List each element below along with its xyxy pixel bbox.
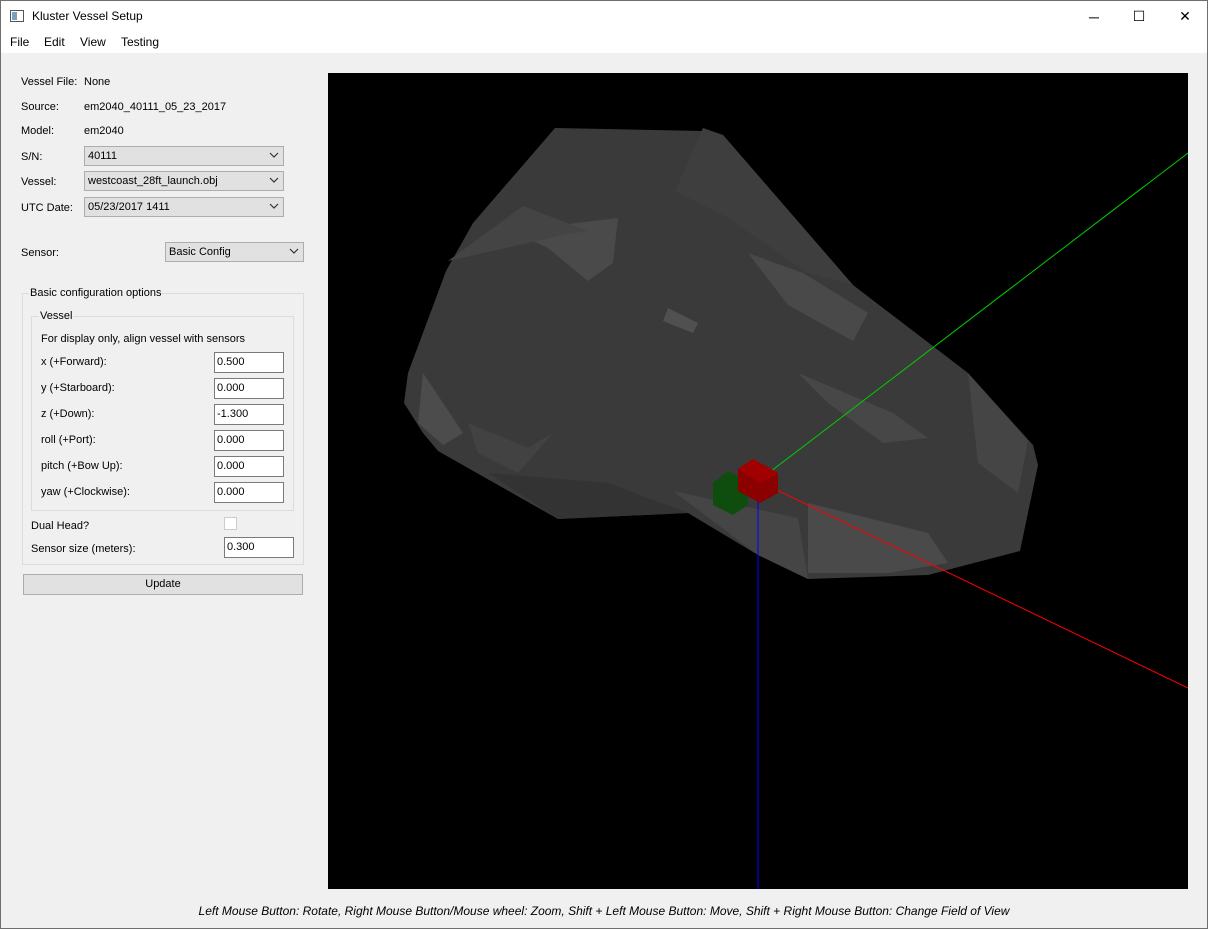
- vessel-note: For display only, align vessel with sens…: [41, 333, 245, 345]
- minimize-button[interactable]: ─: [1071, 1, 1117, 32]
- sensor-dropdown-value: Basic Config: [169, 246, 231, 258]
- y-offset-input[interactable]: 0.000: [214, 378, 284, 399]
- yaw-label: yaw (+Clockwise):: [41, 486, 130, 498]
- sensor-size-label: Sensor size (meters):: [31, 543, 136, 555]
- sn-dropdown[interactable]: 40111: [84, 146, 284, 166]
- pitch-input[interactable]: 0.000: [214, 456, 284, 477]
- close-icon: ✕: [1179, 8, 1191, 24]
- sensor-dropdown[interactable]: Basic Config: [165, 242, 304, 262]
- menu-testing[interactable]: Testing: [120, 35, 160, 49]
- dual-head-checkbox[interactable]: [224, 517, 237, 530]
- minimize-icon: ─: [1089, 8, 1099, 25]
- main-window: Kluster Vessel Setup ─ ☐ ✕ File Edit Vie…: [0, 0, 1208, 929]
- maximize-icon: ☐: [1132, 8, 1146, 24]
- mouse-controls-hint: Left Mouse Button: Rotate, Right Mouse B…: [198, 904, 1010, 918]
- model-label: Model:: [21, 125, 55, 137]
- update-button[interactable]: Update: [23, 574, 303, 595]
- source-label: Source:: [21, 101, 59, 113]
- window-title: Kluster Vessel Setup: [32, 9, 143, 23]
- vessel-group-title: Vessel: [39, 310, 74, 322]
- roll-input[interactable]: 0.000: [214, 430, 284, 451]
- utc-date-dropdown[interactable]: 05/23/2017 1411: [84, 197, 284, 217]
- app-window-icon: [10, 10, 24, 22]
- pitch-label: pitch (+Bow Up):: [41, 460, 123, 472]
- sn-label: S/N:: [21, 151, 43, 163]
- z-offset-input[interactable]: -1.300: [214, 404, 284, 425]
- dual-head-label: Dual Head?: [31, 520, 90, 532]
- utc-date-dropdown-value: 05/23/2017 1411: [88, 201, 170, 213]
- title-bar: Kluster Vessel Setup ─ ☐ ✕: [1, 1, 1207, 32]
- menu-file[interactable]: File: [9, 35, 30, 49]
- maximize-button[interactable]: ☐: [1116, 1, 1162, 32]
- vessel-file-label: Vessel File:: [21, 76, 78, 88]
- menu-view[interactable]: View: [79, 35, 107, 49]
- sn-dropdown-value: 40111: [88, 150, 117, 162]
- y-offset-label: y (+Starboard):: [41, 382, 115, 394]
- sensor-label: Sensor:: [21, 247, 59, 259]
- chevron-down-icon: [269, 203, 279, 209]
- x-offset-input[interactable]: 0.500: [214, 352, 284, 373]
- chevron-down-icon: [289, 248, 299, 254]
- menu-edit[interactable]: Edit: [43, 35, 66, 49]
- source-value: em2040_40111_05_23_2017: [84, 101, 227, 113]
- utc-date-label: UTC Date:: [21, 202, 73, 214]
- vessel-dropdown[interactable]: westcoast_28ft_launch.obj: [84, 171, 284, 191]
- close-button[interactable]: ✕: [1162, 1, 1208, 32]
- x-offset-label: x (+Forward):: [41, 356, 107, 368]
- chevron-down-icon: [269, 152, 279, 158]
- vessel-dropdown-value: westcoast_28ft_launch.obj: [88, 175, 218, 187]
- vessel-3d-view[interactable]: [328, 73, 1188, 889]
- yaw-input[interactable]: 0.000: [214, 482, 284, 503]
- basic-config-title: Basic configuration options: [29, 287, 163, 299]
- sensor-size-input[interactable]: 0.300: [224, 537, 294, 558]
- vessel-render: [404, 128, 1188, 889]
- menu-bar: File Edit View Testing: [1, 32, 1207, 53]
- roll-label: roll (+Port):: [41, 434, 96, 446]
- model-value: em2040: [84, 125, 124, 137]
- vessel-label: Vessel:: [21, 176, 57, 188]
- vessel-file-value: None: [84, 76, 111, 88]
- chevron-down-icon: [269, 177, 279, 183]
- z-offset-label: z (+Down):: [41, 408, 95, 420]
